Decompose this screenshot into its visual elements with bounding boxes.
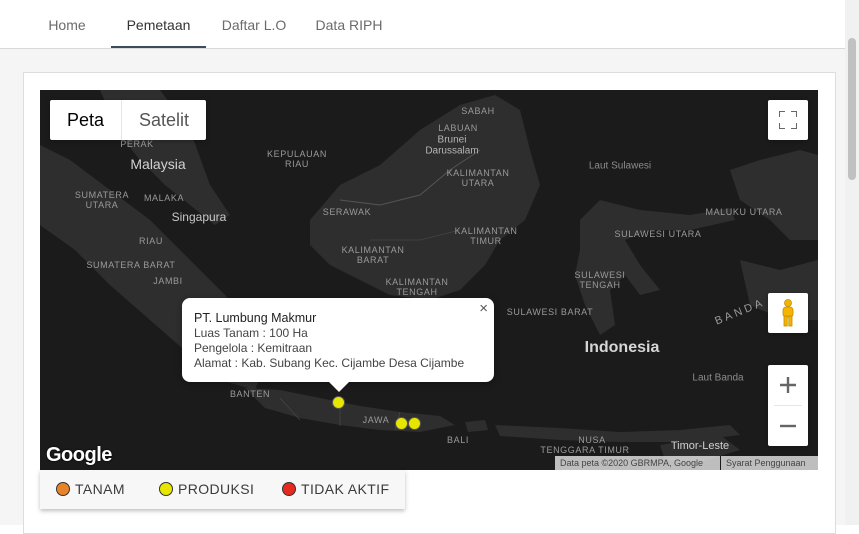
legend-dot-produksi — [159, 482, 173, 496]
label-kaltara-2: UTARA — [461, 178, 495, 188]
label-timor-leste: Timor-Leste — [670, 440, 730, 452]
map-canvas[interactable]: SABAH PERAK LABUAN Brunei Darussalam Mal… — [40, 90, 818, 470]
zoom-out-icon — [780, 424, 796, 428]
label-riau: RIAU — [139, 236, 163, 246]
label-perak: PERAK — [120, 139, 154, 149]
label-maluku-utara: MALUKU UTARA — [705, 207, 783, 217]
fullscreen-button[interactable] — [768, 100, 808, 140]
legend-dot-tidak-aktif — [282, 482, 296, 496]
label-kaltim-2: TIMUR — [470, 236, 502, 246]
label-bali: BALI — [447, 435, 469, 445]
label-sumbar: SUMATERA BARAT — [86, 260, 176, 270]
label-sulawesi-utara: SULAWESI UTARA — [614, 229, 702, 239]
map-type-peta-button[interactable]: Peta — [50, 100, 121, 140]
top-navigation: Home Pemetaan Daftar L.O Data RIPH — [0, 0, 859, 49]
legend-item-tanam: TANAM — [56, 470, 125, 509]
label-brunei: Brunei — [437, 134, 467, 146]
terms-link[interactable]: Syarat Penggunaan — [721, 456, 818, 470]
label-banten: BANTEN — [229, 389, 271, 399]
label-malaka: MALAKA — [143, 193, 185, 203]
legend-label-produksi: PRODUKSI — [178, 481, 255, 497]
label-laut-sulawesi: Laut Sulawesi — [588, 160, 652, 172]
map-legend: TANAM PRODUKSI TIDAK AKTIF — [40, 470, 405, 509]
label-sabah: SABAH — [461, 106, 495, 116]
label-jambi: JAMBI — [153, 276, 183, 286]
label-sumut: SUMATERA — [74, 190, 130, 200]
map-marker[interactable] — [395, 417, 408, 430]
map-marker[interactable] — [332, 396, 345, 409]
label-indonesia: Indonesia — [584, 339, 660, 356]
tab-daftar-lo[interactable]: Daftar L.O — [214, 0, 294, 48]
label-singapura: Singapura — [171, 210, 227, 224]
zoom-in-button[interactable] — [768, 365, 808, 405]
label-darussalam: Darussalam — [425, 145, 479, 157]
zoom-in-icon — [780, 377, 796, 393]
label-kepulauan: KEPULAUAN — [267, 149, 327, 159]
tab-pemetaan[interactable]: Pemetaan — [111, 0, 206, 48]
label-malaysia: Malaysia — [130, 156, 186, 172]
pegman-icon — [782, 299, 794, 327]
label-kalbar: KALIMANTAN — [341, 245, 405, 255]
label-tenggara-timur: TENGGARA TIMUR — [540, 445, 630, 455]
info-pengelola: Pengelola : Kemitraan — [194, 341, 313, 355]
legend-dot-tanam — [56, 482, 70, 496]
label-kalbar-2: BARAT — [356, 255, 390, 265]
info-window-tail — [329, 382, 349, 392]
label-kepulauan-riau: RIAU — [285, 159, 309, 169]
label-serawak: SERAWAK — [322, 207, 372, 217]
label-kaltara: KALIMANTAN — [446, 168, 510, 178]
label-laut-banda: Laut Banda — [692, 372, 744, 384]
label-jawa: JAWA — [362, 415, 390, 425]
tab-home[interactable]: Home — [36, 0, 98, 48]
info-window-close-button[interactable]: × — [479, 300, 488, 317]
map-attribution: Data peta ©2020 GBRMPA, Google — [555, 456, 720, 470]
zoom-control — [768, 365, 808, 446]
legend-item-produksi: PRODUKSI — [159, 470, 254, 509]
map-type-control: Peta Satelit — [50, 100, 207, 140]
page-scrollbar[interactable] — [845, 0, 859, 525]
label-nusa: NUSA — [578, 435, 606, 445]
info-alamat: Alamat : Kab. Subang Kec. Cijambe Desa C… — [194, 356, 465, 370]
label-sulteng: SULAWESI — [574, 270, 626, 280]
zoom-out-button[interactable] — [768, 406, 808, 446]
fullscreen-icon — [779, 111, 797, 129]
map-marker[interactable] — [408, 417, 421, 430]
legend-label-tidak-aktif: TIDAK AKTIF — [301, 481, 390, 497]
map-type-satelit-button[interactable]: Satelit — [121, 100, 206, 140]
street-view-pegman-button[interactable] — [768, 293, 808, 333]
legend-label-tanam: TANAM — [75, 481, 125, 497]
label-sulteng-2: TENGAH — [579, 280, 621, 290]
marker-info-window: × PT. Lumbung Makmur Luas Tanam : 100 Ha… — [182, 298, 494, 392]
label-sumut-2: UTARA — [85, 200, 119, 210]
tab-data-riph[interactable]: Data RIPH — [306, 0, 392, 48]
label-kalteng: KALIMANTAN — [385, 277, 449, 287]
label-labuan: LABUAN — [438, 123, 478, 133]
label-kalteng-2: TENGAH — [396, 287, 438, 297]
label-sulawesi-barat: SULAWESI BARAT — [506, 307, 594, 317]
scrollbar-thumb[interactable] — [848, 38, 856, 180]
label-kaltim: KALIMANTAN — [454, 226, 518, 236]
info-luas-tanam: Luas Tanam : 100 Ha — [194, 326, 308, 340]
info-company-name: PT. Lumbung Makmur — [194, 311, 317, 325]
legend-item-tidak-aktif: TIDAK AKTIF — [282, 470, 389, 509]
google-logo: Google — [46, 444, 112, 466]
